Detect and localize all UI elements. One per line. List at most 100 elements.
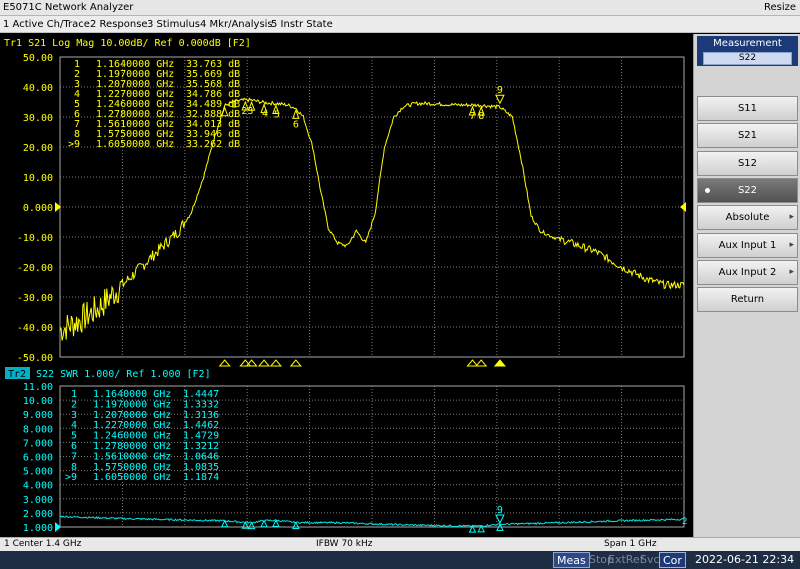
center-frequency[interactable]: 1 Center 1.4 GHz [4, 538, 81, 551]
softkey-label: Return [730, 294, 765, 306]
trace2-ytick-label: 7.000 [23, 438, 53, 449]
trace2-ytick-label: 4.000 [23, 481, 53, 492]
trace2-marker-value: 1.0835 [183, 462, 219, 473]
trace2-marker-freq: 1.6050000 GHz [93, 472, 171, 483]
trace2-tag[interactable]: Tr2 [8, 369, 26, 380]
trace2-marker-value: 1.4447 [183, 389, 219, 400]
trace1-marker-num: >9 [68, 139, 80, 150]
trace1-plot-marker-label: 9 [497, 85, 503, 96]
trace1-header: Tr1 S21 Log Mag 10.00dB/ Ref 0.000dB [F2… [4, 38, 251, 49]
menu-bar: 1 Active Ch/Trace 2 Response 3 Stimulus … [0, 16, 800, 33]
trace2-marker-value: 1.4729 [183, 431, 219, 442]
trace1-plot-marker-label: 5 [274, 110, 280, 121]
trace2-ytick-label: 10.00 [23, 396, 53, 407]
trace2-marker-num: 8 [71, 462, 77, 473]
menu-response[interactable]: 2 Response [90, 16, 148, 33]
menu-stimulus[interactable]: 3 Stimulus [147, 16, 200, 33]
marker-position-icon [493, 359, 506, 367]
marker-position-icon [475, 359, 488, 367]
trace2-marker-freq: 1.2070000 GHz [93, 410, 171, 421]
trace2-marker-icon [260, 519, 268, 528]
submenu-arrow-icon: ▸ [789, 212, 794, 223]
trace2-marker-table: 1 1.1640000 GHz 1.4447 2 1.1970000 GHz 1.3332… [65, 389, 219, 483]
trace-plots: Tr1 S21 Log Mag 10.00dB/ Ref 0.000dB [F2… [4, 38, 687, 534]
trace2-y-ticks: 11.00 10.00 9.000 8.000 7.000 6.000 5.000 4.000… [23, 382, 53, 534]
softkey-label: S12 [737, 157, 758, 169]
trace2-marker-value: 1.3332 [183, 399, 219, 410]
softkey-s11[interactable]: S11 [697, 96, 798, 121]
measurement-display: Tr1 S21 Log Mag 10.00dB/ Ref 0.000dB [F2… [0, 34, 691, 537]
trace2-edge-label: 2 [682, 517, 687, 527]
softkey-return[interactable]: Return [697, 287, 798, 313]
menu-mkr-analysis[interactable]: 4 Mkr/Analysis [200, 16, 273, 33]
ifbw[interactable]: IFBW 70 kHz [316, 538, 372, 551]
channel-status-bar: 1 Center 1.4 GHz IFBW 70 kHz Span 1 GHz [0, 537, 800, 551]
trace2-marker-num: 7 [71, 451, 77, 462]
softkey-aux-input-1[interactable]: Aux Input 1 ▸ [697, 232, 798, 258]
marker-position-icon [218, 359, 231, 367]
trace1-ytick-label: -10.00 [17, 233, 53, 244]
softkey-label: S11 [737, 103, 758, 114]
trace2-marker-icon [272, 519, 280, 527]
trace2-marker-num: 5 [71, 431, 77, 442]
trace2-marker-value: 1.0646 [183, 451, 219, 462]
trace2-plot-markers: 9 [220, 505, 505, 533]
trace2-marker-freq: 1.5750000 GHz [93, 462, 171, 473]
softkey-s21[interactable]: S21 [697, 123, 798, 149]
trace2-marker-value: 1.3136 [183, 410, 219, 421]
softkey-label: S21 [737, 130, 758, 142]
softkey-panel: Measurement S22 S11 S21 S12 S22 Absolute ▸ Aux… [693, 34, 800, 537]
trace2-ytick-label: 5.000 [23, 467, 53, 478]
trace2-marker-freq: 1.1640000 GHz [93, 389, 171, 400]
menu-instr-state[interactable]: 5 Instr State [271, 16, 333, 33]
trace2-marker-freq: 1.5610000 GHz [93, 451, 171, 462]
trace1-plot-marker-label: 4 [262, 109, 268, 120]
trace2-marker-num: 6 [71, 441, 77, 452]
softkey-label: Aux Input 2 [718, 266, 777, 278]
trace1-plot-marker-label: 23 [241, 106, 253, 117]
title-bar: E5071C Network Analyzer Resize [0, 0, 800, 16]
menu-active-ch-trace[interactable]: 1 Active Ch/Trace [3, 16, 90, 33]
marker-position-icon [257, 359, 271, 367]
trace2-ytick-label: 9.000 [23, 410, 53, 421]
trace2-ytick-label: 2.000 [23, 509, 53, 520]
selected-dot-icon [705, 187, 710, 193]
trace1-marker-position-row [218, 359, 506, 367]
trace2-marker-num: 1 [71, 389, 77, 400]
analyzer-window: E5071C Network Analyzer Resize 1 Active … [0, 0, 800, 569]
softkey-header: Measurement S22 [697, 36, 798, 66]
softkey-s22[interactable]: S22 [697, 177, 798, 203]
trace1-ytick-label: 30.00 [23, 113, 53, 124]
trace2-marker-freq: 1.2270000 GHz [93, 420, 171, 431]
datetime: 2022-06-21 22:34 [695, 553, 795, 566]
marker-position-icon [269, 359, 282, 367]
trace1-ytick-label: 40.00 [23, 83, 53, 94]
softkey-absolute[interactable]: Absolute ▸ [697, 205, 798, 231]
trace2-ytick-label: 8.000 [23, 424, 53, 435]
trace2-marker-num: 4 [71, 420, 77, 431]
trace1-ref-right-icon [680, 202, 686, 212]
trace1-plot-markers: 1 23 4 5 6 7 8 9 [221, 85, 505, 130]
trace1-plot-marker-label: 7 [469, 111, 475, 122]
span[interactable]: Span 1 GHz [604, 538, 657, 551]
instrument-status-bar: Meas Stop ExtRef Svc 2022-06-21 22:34 Co… [0, 551, 800, 569]
meas-indicator: Meas [553, 552, 590, 568]
softkey-label: S22 [737, 184, 758, 196]
trace2-marker-freq: 1.1970000 GHz [93, 399, 171, 410]
trace2-ytick-label: 11.00 [23, 382, 53, 393]
softkey-current-value: S22 [703, 52, 792, 65]
trace2-ytick-label: 3.000 [23, 495, 53, 506]
trace2-marker-icon [247, 521, 256, 530]
trace1-ytick-label: -40.00 [17, 323, 53, 334]
marker-position-icon [466, 359, 479, 367]
softkey-label: Absolute [725, 212, 770, 224]
trace2-marker-freq: 1.2780000 GHz [93, 441, 171, 452]
resize-button[interactable]: Resize [764, 0, 796, 16]
trace2-marker-value: 1.4462 [183, 420, 219, 431]
marker-position-icon [289, 359, 302, 367]
trace2-ytick-label: 1.000 [23, 523, 53, 534]
trace1-plot-marker-label: 8 [478, 111, 484, 122]
softkey-aux-input-2[interactable]: Aux Input 2 ▸ [697, 259, 798, 285]
softkey-s12[interactable]: S12 [697, 150, 798, 176]
trace1-ytick-label: 10.00 [23, 173, 53, 184]
